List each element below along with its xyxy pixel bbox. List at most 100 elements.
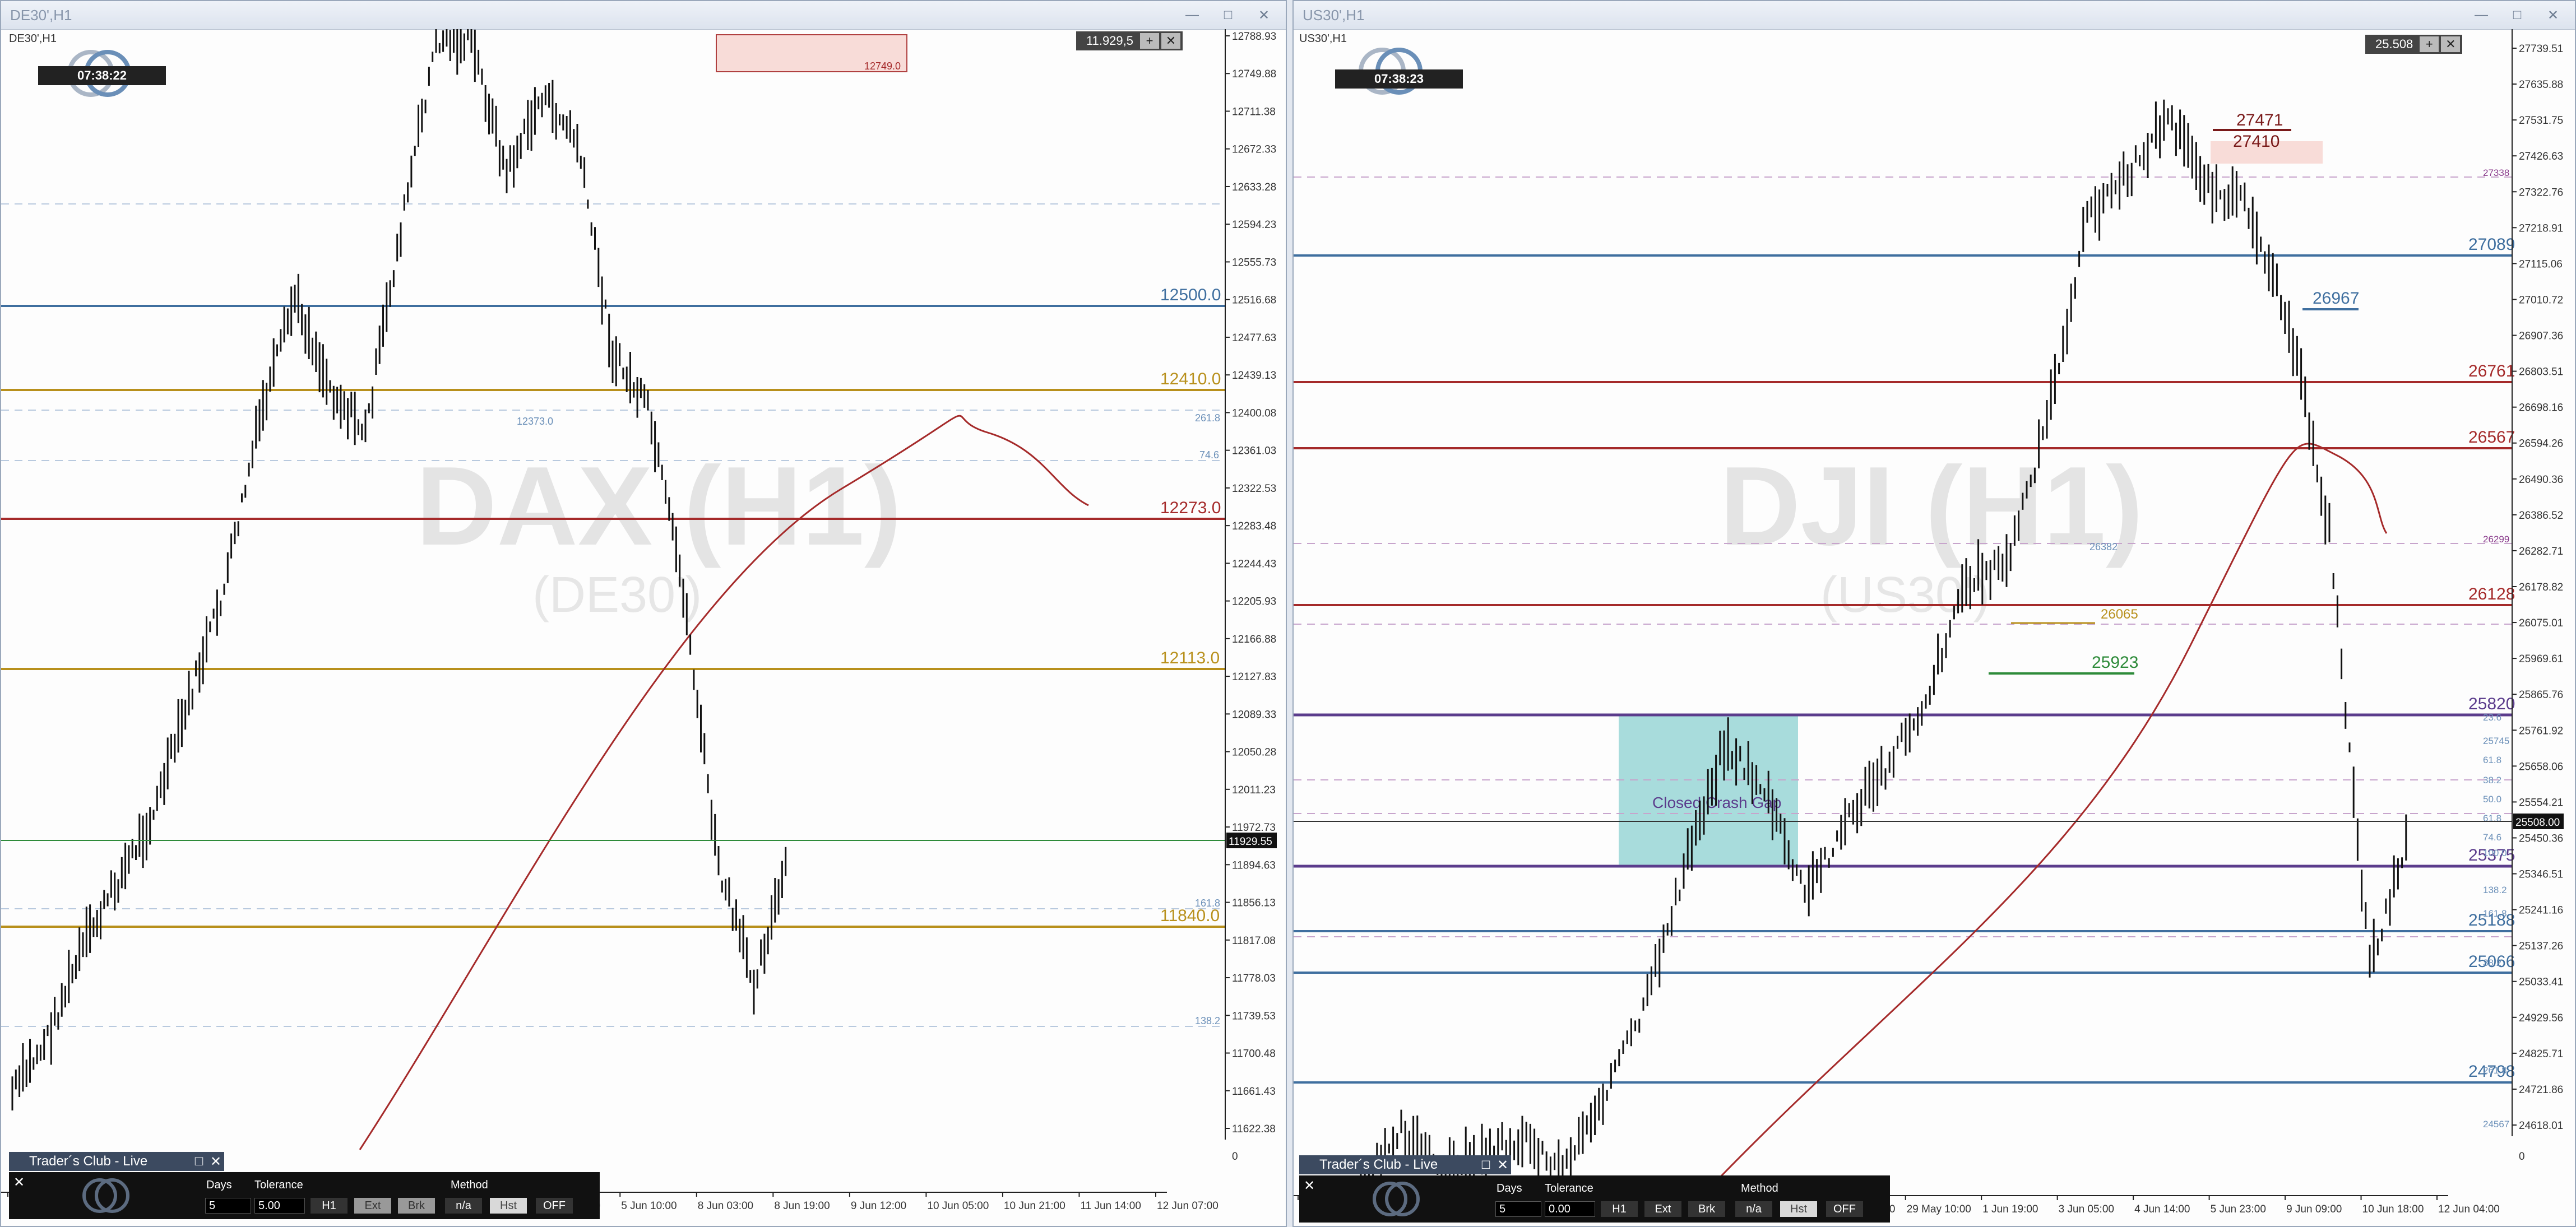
- level-label: 12273.0: [1160, 499, 1221, 517]
- window-title: US30',H1: [1303, 7, 1365, 24]
- price-tick-label: 24825.71: [2519, 1048, 2563, 1060]
- brk-button[interactable]: Brk: [398, 1198, 435, 1214]
- box-level-label: 27471: [2236, 111, 2283, 129]
- price-tick-label: 11856.13: [1232, 898, 1276, 909]
- time-tick-label: 5 Jun 23:00: [2211, 1203, 2266, 1215]
- price-tick-label: 27426.63: [2519, 151, 2563, 162]
- price-tick-label: 12516.68: [1232, 295, 1276, 306]
- ext-button[interactable]: Ext: [1644, 1201, 1681, 1217]
- traders-club-bar[interactable]: Trader´s Club - Live □ ✕: [9, 1152, 224, 1171]
- minimize-icon[interactable]: —: [2467, 7, 2495, 24]
- spread-value: 25.508: [2375, 37, 2413, 51]
- price-tick-label: 12633.28: [1232, 182, 1276, 193]
- time-tick-label: 4 Jun 14:00: [2134, 1203, 2190, 1215]
- window-title: DE30',H1: [10, 7, 72, 24]
- fib-label: 100.0: [2483, 848, 2507, 858]
- fib-label: 23.6: [2483, 712, 2501, 723]
- timeframe-button[interactable]: H1: [1601, 1201, 1638, 1217]
- panel-logo-icon: [1368, 1179, 1424, 1223]
- fib-label: 261.8: [1195, 412, 1220, 424]
- spread-box: 25.508 + ✕: [2365, 35, 2463, 54]
- window-titlebar[interactable]: DE30',H1 — □ ✕: [1, 1, 1286, 30]
- plus-icon[interactable]: +: [1140, 33, 1160, 49]
- price-tick-label: 12749.88: [1232, 68, 1276, 80]
- time-tick-label: 5 Jun 10:00: [621, 1200, 677, 1212]
- symbol-label: DE30',H1: [9, 32, 57, 45]
- tolerance-input[interactable]: 0.00: [1545, 1201, 1595, 1217]
- price-tick-label: 27010.72: [2519, 294, 2563, 306]
- price-tick-label: 12400.08: [1232, 407, 1276, 419]
- price-tick-label: 12089.33: [1232, 709, 1276, 721]
- method-select[interactable]: n/a: [445, 1198, 482, 1214]
- price-chart[interactable]: DJI (H1) (US30') Closed Crash Gap 27089 2676…: [1294, 29, 2575, 1226]
- traders-club-bar[interactable]: Trader´s Club - Live □ ✕: [1299, 1155, 1511, 1174]
- fib-label: 161.8: [2483, 908, 2507, 919]
- fib-label: 26299: [2483, 534, 2509, 545]
- price-tick-label: 12477.63: [1232, 332, 1276, 344]
- hst-button[interactable]: Hst: [490, 1198, 527, 1214]
- price-tick-label: 12322.53: [1232, 483, 1276, 495]
- traders-club-label: Trader´s Club - Live: [1319, 1157, 1438, 1172]
- tolerance-label: Tolerance: [1545, 1182, 1593, 1195]
- price-tick-label: 11972.73: [1232, 822, 1276, 834]
- time-tick-label: 29 May 10:00: [1907, 1203, 1971, 1215]
- close-icon[interactable]: ✕: [1304, 1178, 1315, 1194]
- restore-icon[interactable]: □: [191, 1154, 207, 1169]
- close-icon[interactable]: ✕: [1494, 1157, 1511, 1173]
- maximize-icon[interactable]: □: [2503, 7, 2531, 24]
- plus-icon[interactable]: +: [2420, 36, 2439, 52]
- price-axis-zero: 0: [2519, 1151, 2525, 1163]
- chart-watermark-sub: (DE30'): [532, 567, 702, 623]
- time-tick-label: 9 Jun 12:00: [851, 1200, 906, 1212]
- close-icon[interactable]: ✕: [1250, 7, 1278, 24]
- fib-label: 161.8: [1195, 898, 1220, 909]
- spread-box: 11.929,5 + ✕: [1076, 31, 1183, 50]
- restore-icon[interactable]: □: [1477, 1157, 1494, 1173]
- off-button[interactable]: OFF: [536, 1198, 573, 1214]
- cross-icon[interactable]: ✕: [2441, 36, 2461, 52]
- method-select[interactable]: n/a: [1735, 1201, 1772, 1217]
- price-tick-label: 26490.36: [2519, 474, 2563, 486]
- off-button[interactable]: OFF: [1826, 1201, 1863, 1217]
- price-tick-label: 12555.73: [1232, 257, 1276, 268]
- tolerance-label: Tolerance: [254, 1179, 303, 1191]
- maximize-icon[interactable]: □: [1214, 7, 1242, 24]
- price-tick-label: 26803.51: [2519, 366, 2563, 378]
- price-axis-zero: 0: [1232, 1151, 1238, 1163]
- price-chart[interactable]: DAX (H1) (DE30') 12500.0 12410.0 12273.0 1211…: [1, 29, 1286, 1226]
- dji-chart-window[interactable]: US30',H1 — □ ✕ DJI (H1) (US30') Closed Cra…: [1292, 0, 2576, 1227]
- price-tick-label: 12050.28: [1232, 747, 1276, 759]
- close-icon[interactable]: ✕: [207, 1154, 224, 1170]
- time-tick-label: 12 Jun 04:00: [2438, 1203, 2500, 1215]
- window-titlebar[interactable]: US30',H1 — □ ✕: [1294, 1, 2575, 30]
- price-tick-label: 26594.26: [2519, 438, 2563, 450]
- time-tick-label: 8 Jun 19:00: [774, 1200, 830, 1212]
- price-tick-label: 24618.01: [2519, 1120, 2563, 1132]
- dax-chart-window[interactable]: DE30',H1 — □ ✕ DAX (H1) (DE30') 12500.0 124…: [0, 0, 1287, 1227]
- level-label: 27089: [2468, 235, 2515, 254]
- price-candles: [1360, 99, 2407, 1207]
- level-panel: ✕ Days Tolerance Method 5 0.00 H1 Ext Br…: [1299, 1175, 1890, 1223]
- level-label: 26567: [2468, 428, 2515, 447]
- cross-icon[interactable]: ✕: [1161, 33, 1181, 49]
- current-price-label: 11929.55: [1229, 836, 1272, 848]
- days-input[interactable]: 5: [205, 1198, 251, 1214]
- tolerance-input[interactable]: 5.00: [254, 1198, 305, 1214]
- fib-label: 24567: [2483, 1119, 2509, 1130]
- price-tick-label: 24721.86: [2519, 1084, 2563, 1096]
- level-label: 25820: [2468, 695, 2515, 713]
- days-label: Days: [1497, 1182, 1522, 1195]
- brk-button[interactable]: Brk: [1688, 1201, 1725, 1217]
- mid-level-label: 25923: [2092, 653, 2138, 672]
- close-icon[interactable]: ✕: [13, 1174, 25, 1191]
- ext-button[interactable]: Ext: [354, 1198, 391, 1214]
- timeframe-button[interactable]: H1: [311, 1198, 348, 1214]
- minimize-icon[interactable]: —: [1178, 7, 1206, 24]
- price-tick-label: 25033.41: [2519, 977, 2563, 988]
- price-tick-label: 25346.51: [2519, 869, 2563, 881]
- price-tick-label: 26386.52: [2519, 510, 2563, 522]
- close-icon[interactable]: ✕: [2539, 7, 2567, 24]
- level-label: 12373.0: [517, 416, 553, 427]
- days-input[interactable]: 5: [1495, 1201, 1541, 1217]
- hst-button[interactable]: Hst: [1780, 1201, 1817, 1217]
